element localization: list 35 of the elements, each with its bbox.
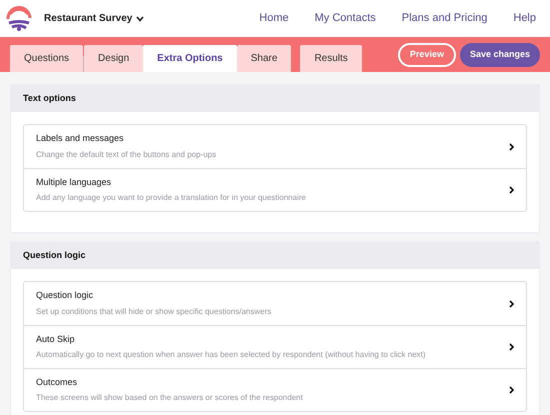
logo-icon	[6, 6, 32, 32]
tab[interactable]: Results	[300, 45, 362, 72]
chevron-right-icon	[509, 300, 514, 308]
option-title: Auto Skip	[36, 332, 76, 346]
option-description: These screens will show based on the answers or scores of the respondent	[36, 392, 303, 404]
option-row[interactable]: Labels and messages Change the default text of the buttons and pop-ups	[24, 125, 526, 168]
chevron-right-icon	[509, 343, 514, 351]
nav-link[interactable]: My Contacts	[314, 10, 376, 27]
option-description: Set up conditions that will hide or show specific questions/answers	[36, 306, 272, 318]
chevron-right-icon	[509, 142, 514, 150]
option-title: Multiple languages	[36, 176, 112, 189]
option-row[interactable]: Multiple languages Add any language you want to provide a translation for in your questionnaire	[24, 168, 526, 211]
nav-link[interactable]: Plans and Pricing	[402, 10, 488, 27]
nav-link[interactable]: Help	[513, 10, 536, 27]
option-description: Change the default text of the buttons and pop-ups	[36, 148, 216, 161]
chevron-right-icon	[509, 386, 514, 394]
option-title: Outcomes	[36, 376, 78, 389]
option-row[interactable]: Outcomes These screens will show based on the answers or scores of the respondent	[24, 368, 526, 411]
tab[interactable]: Share	[236, 45, 292, 72]
option-title: Labels and messages	[36, 132, 125, 146]
tab[interactable]: Extra Options	[143, 45, 237, 72]
option-description: Add any language you want to provide a translation for in your questionnaire	[36, 192, 306, 204]
save-changes-button[interactable]: Save changes	[460, 42, 540, 66]
section-header: Text options	[11, 85, 539, 112]
nav-link[interactable]: Home	[259, 10, 289, 27]
section-header: Question logic	[11, 242, 539, 269]
option-title: Question logic	[36, 289, 94, 302]
option-row[interactable]: Question logic Set up conditions that will hide or show specific questions/answers	[24, 282, 526, 325]
option-row[interactable]: Auto Skip Automatically go to next question when answer has been selected by respondent (without having to click next)	[24, 325, 526, 368]
tab[interactable]: Questions	[10, 45, 84, 72]
survey-title-dropdown[interactable]: Restaurant Survey	[44, 11, 144, 26]
chevron-right-icon	[509, 186, 514, 194]
tab[interactable]: Design	[84, 45, 144, 72]
caret-icon	[136, 16, 144, 22]
option-description: Automatically go to next question when answer has been selected by respondent (without having to click next)	[36, 349, 426, 362]
